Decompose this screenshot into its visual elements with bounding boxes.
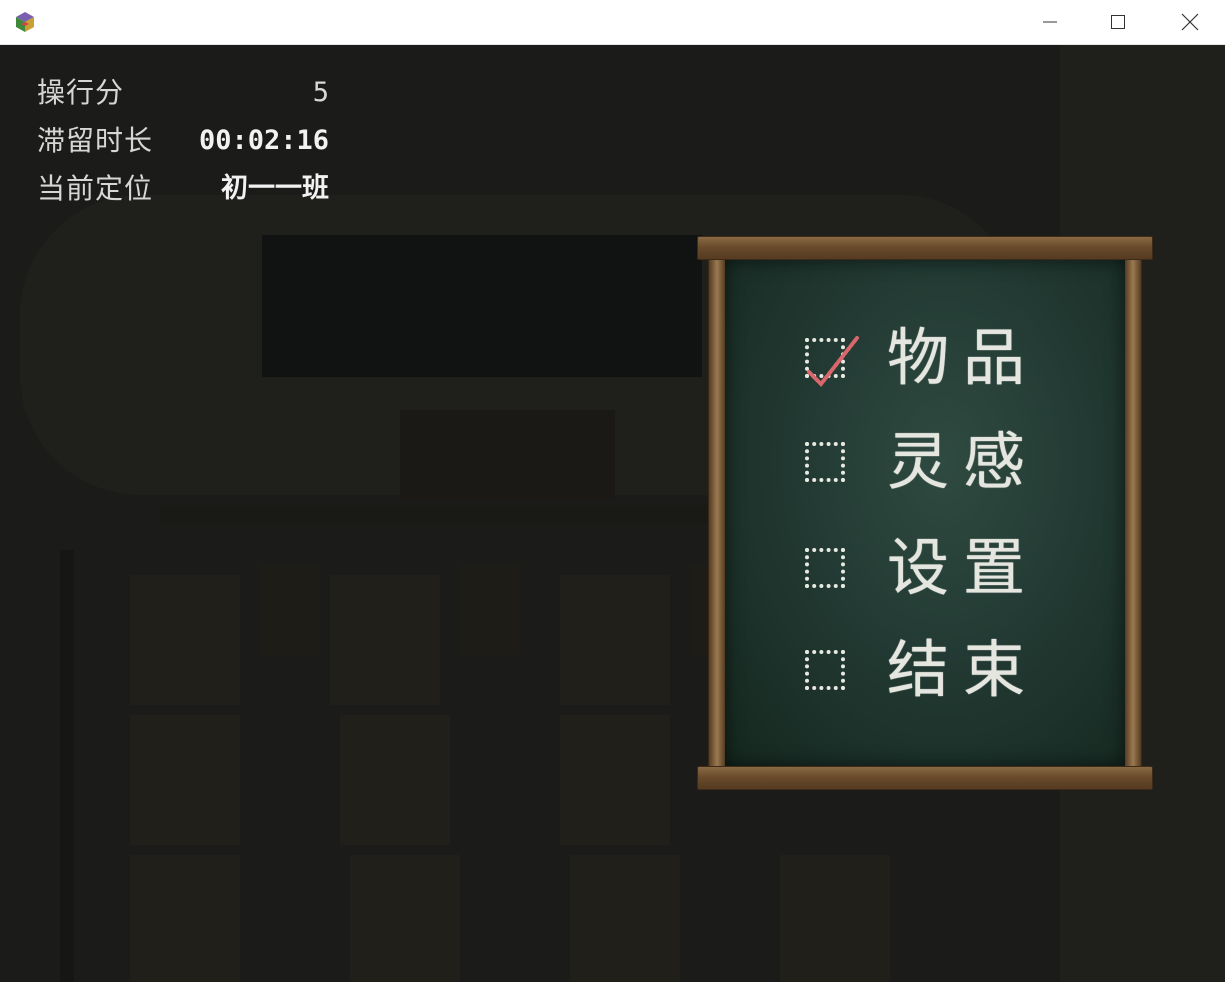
- checkmark-icon: [807, 336, 859, 388]
- menu-item-items[interactable]: 物品: [805, 318, 1075, 398]
- menu-checkbox-settings: [805, 548, 845, 588]
- app-icon: [16, 12, 34, 32]
- status-hud: 操行分 5 滞留时长 00:02:16 当前定位 初一一班: [37, 73, 337, 217]
- maximize-button[interactable]: [1084, 0, 1152, 44]
- minimize-icon: [1043, 21, 1057, 23]
- minimize-button[interactable]: [1016, 0, 1084, 44]
- conduct-score-label: 操行分: [37, 76, 125, 109]
- menu-label-items: 物品: [887, 321, 1040, 394]
- location-label: 当前定位: [37, 172, 154, 205]
- board-rail-top: [697, 236, 1153, 260]
- menu-checkbox-inspiration: [805, 442, 845, 482]
- board-post-right: [1124, 258, 1142, 768]
- conduct-score-row: 操行分 5: [37, 73, 337, 121]
- duration-row: 滞留时长 00:02:16: [37, 121, 337, 169]
- menu-label-quit: 结束: [887, 633, 1040, 706]
- menu-checkbox-quit: [805, 650, 845, 690]
- location-row: 当前定位 初一一班: [37, 169, 337, 217]
- close-icon: [1181, 13, 1199, 31]
- maximize-icon: [1111, 15, 1125, 29]
- location-value: 初一一班: [221, 173, 329, 204]
- board-post-left: [708, 258, 726, 768]
- conduct-score-value: 5: [312, 77, 329, 108]
- menu-item-inspiration[interactable]: 灵感: [805, 422, 1075, 502]
- board-rail-bottom: [697, 766, 1153, 790]
- menu-item-settings[interactable]: 设置: [805, 528, 1075, 608]
- menu-label-inspiration: 灵感: [887, 425, 1040, 498]
- duration-value: 00:02:16: [198, 125, 329, 156]
- duration-label: 滞留时长: [37, 124, 154, 157]
- chalkboard-surface: 物品 灵感 设置 结束: [725, 260, 1125, 766]
- chalkboard-menu: 物品 灵感 设置 结束: [697, 236, 1153, 790]
- menu-label-settings: 设置: [887, 531, 1040, 604]
- close-button[interactable]: [1156, 0, 1224, 44]
- game-viewport: 操行分 5 滞留时长 00:02:16 当前定位 初一一班 物品 灵感 设置 结…: [0, 45, 1225, 982]
- menu-checkbox-items: [805, 336, 859, 388]
- menu-item-quit[interactable]: 结束: [805, 630, 1075, 710]
- window-titlebar: [0, 0, 1225, 45]
